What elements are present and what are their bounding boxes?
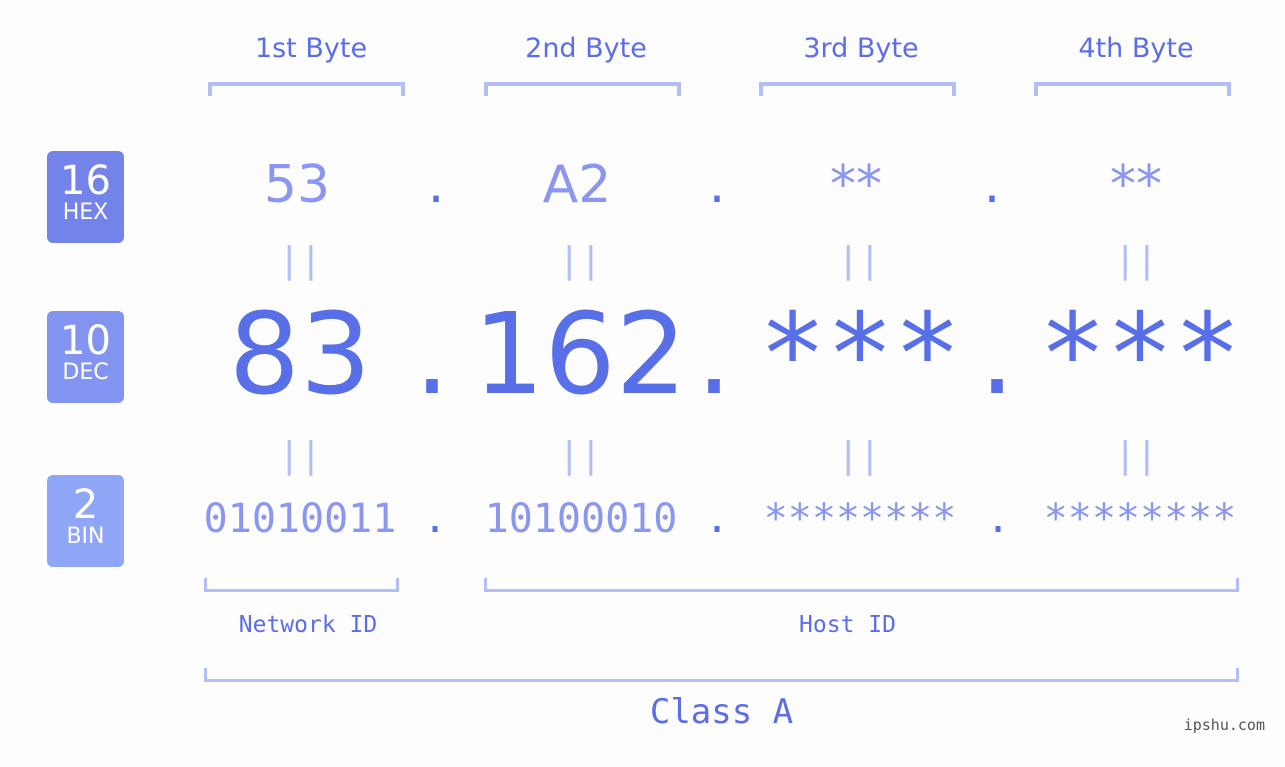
equals-sign: ||: [837, 240, 881, 281]
watermark: ipshu.com: [1183, 716, 1265, 734]
dec-byte-1: 83: [228, 290, 372, 420]
hex-badge: 16 HEX: [47, 151, 124, 243]
hex-badge-label: HEX: [62, 200, 109, 225]
class-bracket: [204, 668, 1239, 682]
byte-bracket-1: [208, 82, 405, 96]
byte-label-2: 2nd Byte: [525, 33, 647, 64]
bin-byte-2: 10100010: [484, 496, 678, 542]
hex-separator: .: [708, 155, 726, 215]
equals-sign: ||: [278, 435, 322, 476]
dec-byte-3: ***: [758, 290, 962, 420]
dec-byte-2: 162: [473, 290, 687, 420]
hex-byte-2: A2: [542, 155, 612, 215]
hex-byte-1: 53: [263, 155, 331, 215]
equals-sign: ||: [1114, 240, 1158, 281]
dec-badge-label: DEC: [62, 360, 109, 385]
byte-bracket-3: [759, 82, 956, 96]
bin-badge: 2 BIN: [47, 475, 124, 567]
bin-badge-label: BIN: [66, 524, 105, 549]
equals-sign: ||: [558, 240, 602, 281]
byte-bracket-4: [1034, 82, 1231, 96]
host-id-label: Host ID: [799, 612, 896, 638]
equals-sign: ||: [837, 435, 881, 476]
bin-byte-3: ********: [763, 496, 957, 542]
bin-byte-4: ********: [1043, 496, 1237, 542]
dec-byte-4: ***: [1038, 290, 1242, 420]
hex-separator: .: [427, 155, 445, 215]
equals-sign: ||: [558, 435, 602, 476]
byte-bracket-2: [484, 82, 681, 96]
dec-separator: .: [414, 290, 450, 420]
equals-sign: ||: [1114, 435, 1158, 476]
byte-label-4: 4th Byte: [1078, 33, 1194, 64]
hex-byte-3: **: [830, 155, 882, 215]
byte-label-3: 3rd Byte: [803, 33, 919, 64]
class-label: Class A: [649, 692, 794, 732]
bin-byte-1: 01010011: [203, 496, 397, 542]
dec-separator: .: [979, 290, 1015, 420]
equals-sign: ||: [278, 240, 322, 281]
network-id-label: Network ID: [238, 612, 378, 638]
network-bracket: [204, 578, 399, 592]
hex-byte-4: **: [1110, 155, 1162, 215]
hex-separator: .: [983, 155, 1001, 215]
dec-badge-base: 10: [60, 318, 111, 364]
host-bracket: [484, 578, 1239, 592]
dec-separator: .: [696, 290, 732, 420]
dec-badge: 10 DEC: [47, 311, 124, 403]
byte-label-1: 1st Byte: [254, 33, 368, 64]
hex-badge-base: 16: [60, 158, 111, 204]
bin-badge-base: 2: [72, 482, 99, 528]
